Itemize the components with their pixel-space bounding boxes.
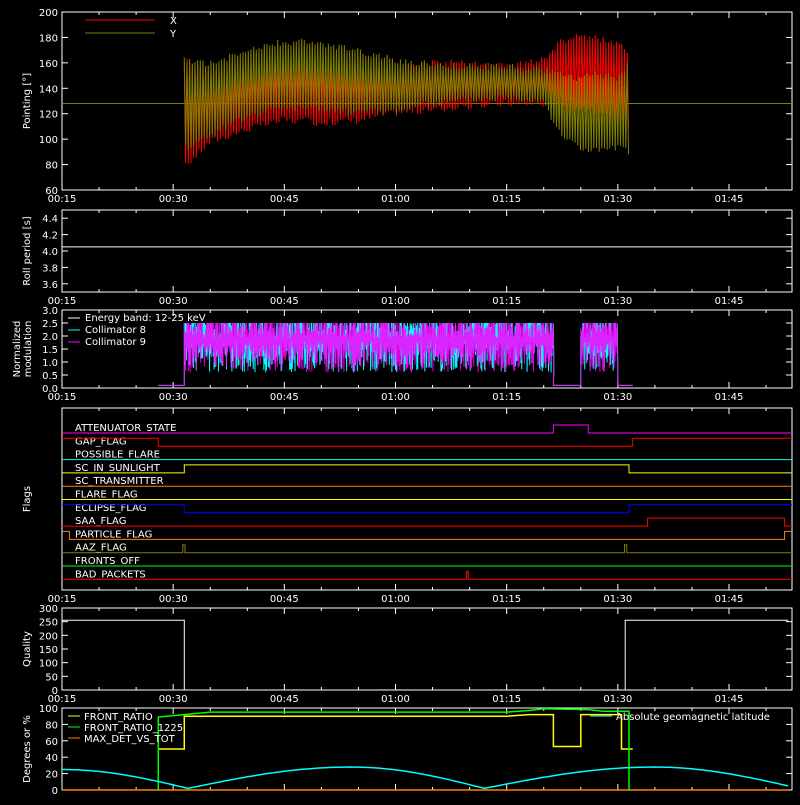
y-tick-label: 100 — [39, 704, 58, 715]
y-tick-label: 3.6 — [42, 280, 58, 291]
x-tick-label: 00:30 — [159, 392, 188, 403]
y-tick-label: 200 — [39, 631, 58, 642]
x-tick-label: 01:15 — [492, 296, 521, 307]
flag-label: FLARE_FLAG — [75, 490, 138, 501]
y-tick-label: 2.0 — [42, 332, 58, 343]
y-tick-label: 140 — [39, 84, 58, 95]
y-tick-label: 150 — [39, 645, 58, 656]
x-tick-label: 01:30 — [603, 296, 632, 307]
y-tick-label: 3.0 — [42, 306, 58, 317]
flag-label: FRONTS_OFF — [75, 556, 140, 567]
x-tick-label: 00:45 — [270, 296, 299, 307]
y-tick-label: 20 — [45, 770, 58, 781]
y-axis-label: Normalizedmodulation — [12, 321, 34, 378]
y-tick-label: 0.0 — [42, 384, 58, 395]
y-tick-label: 100 — [39, 659, 58, 670]
x-tick-label: 01:45 — [715, 296, 744, 307]
y-tick-label: 4.4 — [42, 214, 58, 225]
y-tick-label: 180 — [39, 33, 58, 44]
x-tick-label: 00:45 — [270, 392, 299, 403]
y-tick-label: 50 — [45, 672, 58, 683]
x-tick-label: 01:45 — [715, 594, 744, 605]
y-axis-label: Roll period [s] — [22, 216, 33, 285]
y-tick-label: 80 — [45, 161, 58, 172]
legend-label-collimator-9: Collimator 9 — [85, 337, 146, 348]
x-tick-label: 00:45 — [270, 594, 299, 605]
y-tick-label: 300 — [39, 604, 58, 615]
y-tick-label: 2.5 — [42, 319, 58, 330]
y-tick-label: 60 — [45, 737, 58, 748]
legend-label-geomagnetic-latitude: Absolute geomagnetic latitude — [616, 712, 770, 723]
y-axis-label: Quality — [22, 631, 33, 667]
y-tick-label: 4.0 — [42, 247, 58, 258]
x-tick-label: 01:00 — [381, 296, 410, 307]
y-tick-label: 1.0 — [42, 358, 58, 369]
figure: 00:15 00:30 00:45 01:00 01:15 01:30 01:45 Point… — [0, 0, 800, 800]
x-tick-label: 00:45 — [270, 194, 299, 205]
flag-label: ATTENUATOR_STATE — [75, 423, 176, 434]
x-tick-label: 00:30 — [159, 296, 188, 307]
y-tick-label: 250 — [39, 618, 58, 629]
x-tick-label: 00:30 — [159, 194, 188, 205]
y-tick-label: 200 — [39, 8, 58, 19]
y-tick-label: 1.5 — [42, 345, 58, 356]
legend-label-collimator-8: Collimator 8 — [85, 325, 146, 336]
flag-label: POSSIBLE_FLARE — [75, 450, 160, 461]
x-tick-label: 01:00 — [381, 594, 410, 605]
x-tick-label: 01:30 — [603, 594, 632, 605]
energy-band-annotation: Energy band: 12-25 keV — [85, 313, 206, 324]
legend-label-y: Y — [169, 29, 177, 40]
y-tick-label: 160 — [39, 59, 58, 70]
flag-label: AAZ_FLAG — [75, 543, 127, 554]
x-tick-label: 01:30 — [603, 694, 632, 705]
x-tick-label: 01:45 — [715, 194, 744, 205]
x-tick-label: 01:15 — [492, 392, 521, 403]
flag-label: SC_TRANSMITTER — [75, 476, 164, 487]
y-axis-label: Flags — [22, 486, 33, 512]
x-tick-label: 01:15 — [492, 594, 521, 605]
legend-label-max_det_vs_tot: MAX_DET_VS_TOT — [84, 734, 176, 745]
y-tick-label: 100 — [39, 135, 58, 146]
flag-label: SAA_FLAG — [75, 516, 126, 527]
y-tick-label: 0 — [52, 686, 58, 697]
flag-label: SC_IN_SUNLIGHT — [75, 463, 161, 474]
y-tick-label: 120 — [39, 110, 58, 121]
y-tick-label: 0 — [52, 786, 58, 797]
legend-label-x: X — [170, 16, 177, 27]
flag-label: BAD_PACKETS — [75, 569, 146, 580]
x-tick-label: 01:45 — [715, 694, 744, 705]
x-tick-label: 00:45 — [270, 694, 299, 705]
y-axis-label: Degrees or % — [22, 715, 33, 783]
y-tick-label: 40 — [45, 753, 58, 764]
x-tick-label: 01:15 — [492, 694, 521, 705]
x-tick-label: 01:15 — [492, 194, 521, 205]
x-tick-label: 00:30 — [159, 594, 188, 605]
x-tick-label: 01:30 — [603, 392, 632, 403]
x-tick-label: 01:00 — [381, 392, 410, 403]
y-tick-label: 4.2 — [42, 231, 58, 242]
chart-svg: 00:15 00:30 00:45 01:00 01:15 01:30 01:45Point… — [0, 0, 800, 800]
x-tick-label: 01:00 — [381, 194, 410, 205]
y-tick-label: 3.8 — [42, 263, 58, 274]
legend-label-front_ratio: FRONT_RATIO — [84, 712, 153, 723]
legend-label-front_ratio_1225: FRONT_RATIO_1225 — [84, 723, 183, 734]
x-tick-label: 01:30 — [603, 194, 632, 205]
y-tick-label: 0.5 — [42, 371, 58, 382]
y-axis-label: Pointing [°] — [22, 73, 33, 129]
flag-label: PARTICLE_FLAG — [75, 529, 152, 540]
y-tick-label: 80 — [45, 720, 58, 731]
y-tick-label: 60 — [45, 186, 58, 197]
x-tick-label: 00:30 — [159, 694, 188, 705]
x-tick-label: 01:00 — [381, 694, 410, 705]
x-tick-label: 01:45 — [715, 392, 744, 403]
